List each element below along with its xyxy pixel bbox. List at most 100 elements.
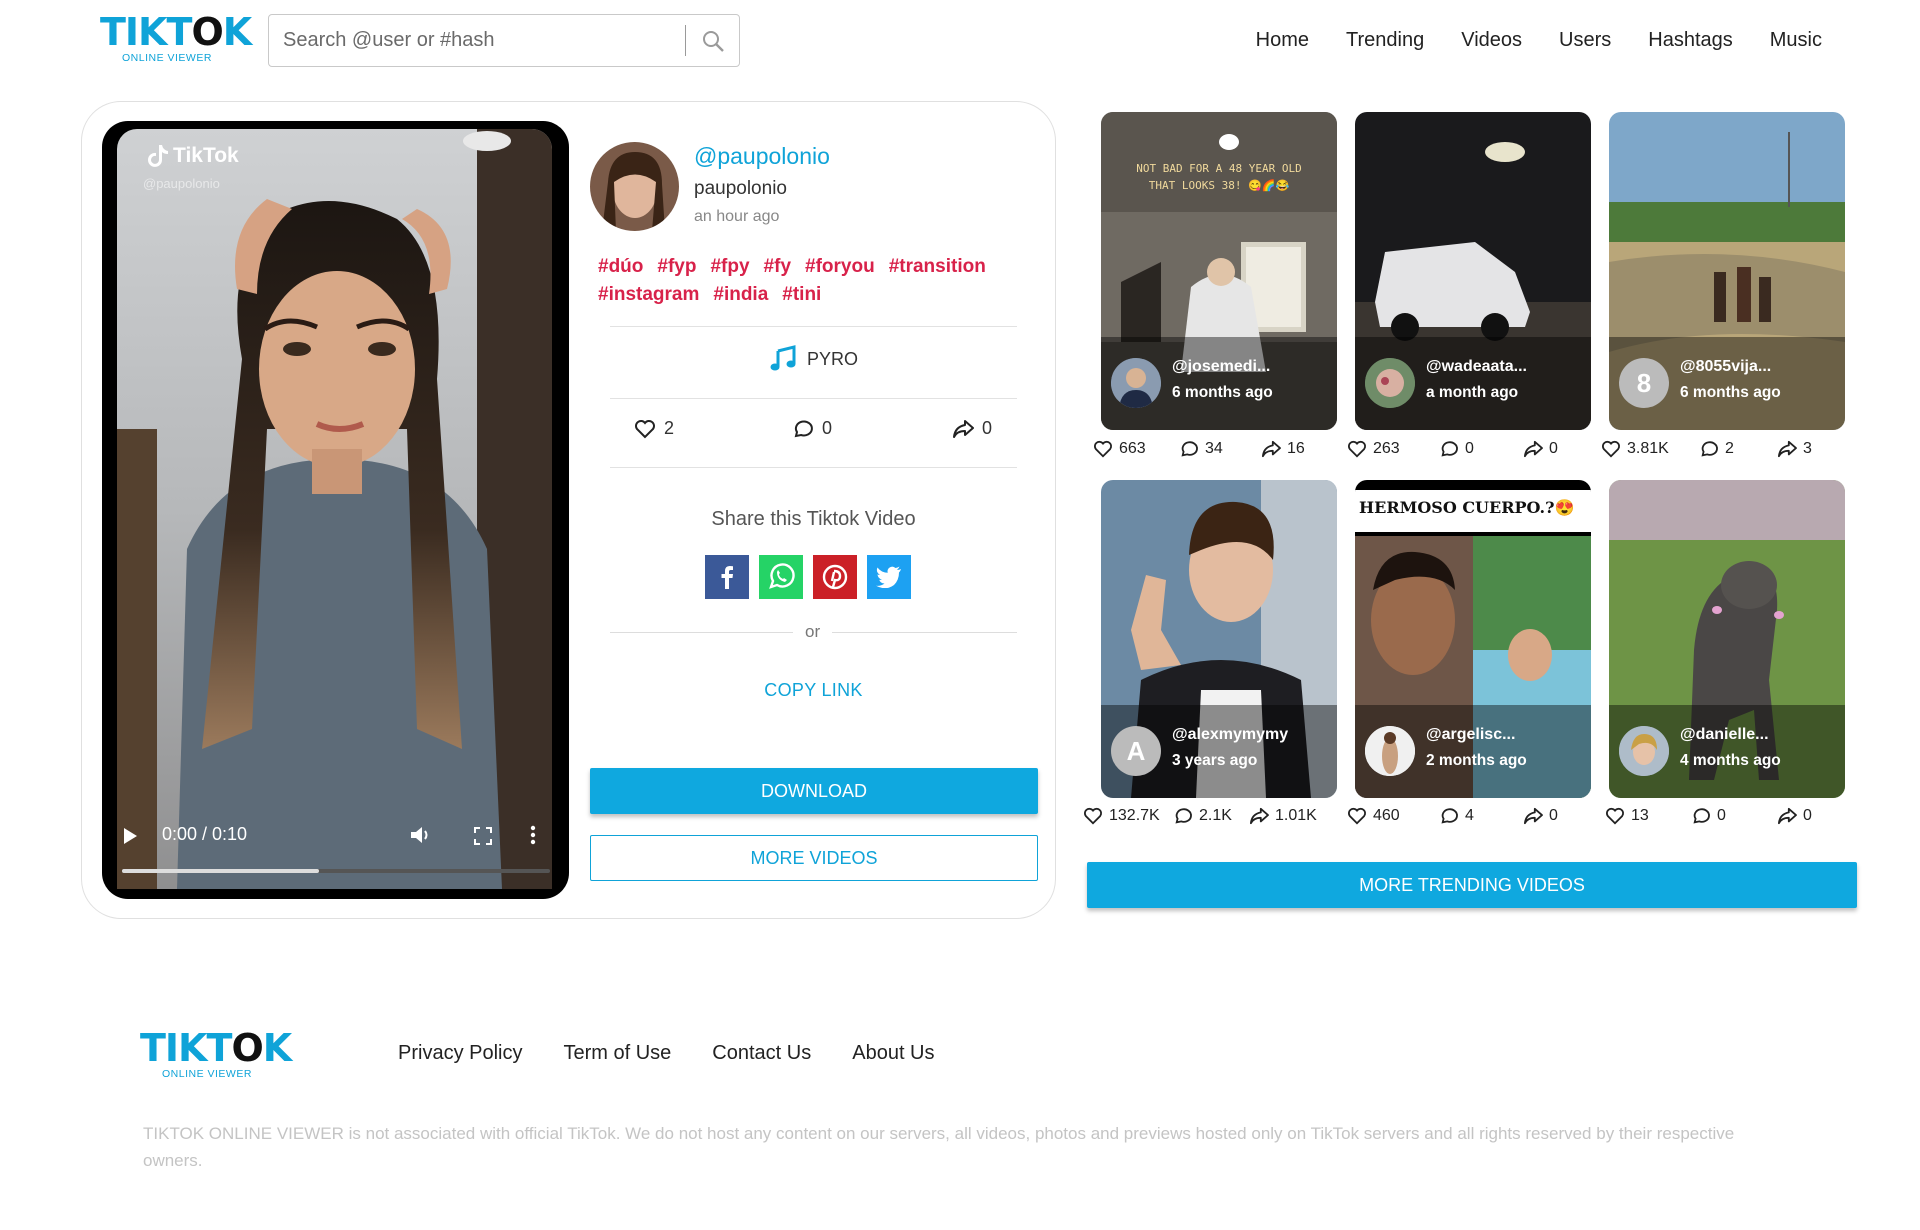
hashtag[interactable]: #dúo — [598, 253, 643, 281]
comment-icon — [1691, 807, 1711, 825]
download-button[interactable]: DOWNLOAD — [590, 768, 1038, 814]
more-videos-button[interactable]: MORE VIDEOS — [590, 835, 1038, 881]
heart-icon — [1347, 807, 1367, 825]
comment-stat: 2 — [1699, 440, 1734, 458]
play-icon[interactable] — [122, 827, 138, 845]
creator-avatar — [1365, 726, 1415, 776]
trending-video-card[interactable]: 8 @8055vija... 6 months ago — [1609, 112, 1845, 430]
creator-handle: @8055vija... — [1680, 358, 1772, 375]
comment-icon — [1439, 807, 1459, 825]
share-stat: 0 — [1523, 440, 1558, 458]
hashtag[interactable]: #fyp — [657, 253, 696, 281]
player-brand: TikTok — [147, 144, 239, 168]
social-share-buttons — [705, 555, 911, 599]
share-icon — [1777, 440, 1797, 458]
nickname: paupolonio — [694, 178, 787, 199]
post-time: 6 months ago — [1680, 384, 1781, 401]
search-input[interactable] — [269, 15, 686, 66]
creator-avatar: 8 — [1619, 358, 1669, 408]
like-stat[interactable]: 2 — [634, 418, 674, 439]
hashtag[interactable]: #fy — [764, 253, 791, 281]
terms-link[interactable]: Term of Use — [563, 1042, 671, 1065]
nav-music[interactable]: Music — [1770, 24, 1822, 56]
heart-icon — [634, 419, 656, 439]
post-time: 2 months ago — [1426, 752, 1527, 769]
disclaimer: TIKTOK ONLINE VIEWER is not associated w… — [143, 1124, 1735, 1170]
trending-video-card[interactable]: NOT BAD FOR A 48 YEAR OLD THAT LOOKS 38!… — [1101, 112, 1337, 430]
hashtag[interactable]: #tini — [782, 281, 821, 309]
card-info-overlay: @wadeaata... a month ago — [1355, 337, 1591, 430]
comment-count: 0 — [1465, 440, 1474, 457]
footer-logo[interactable]: TIKTOK ONLINE VIEWER — [140, 1028, 292, 1080]
share-icon — [1523, 440, 1543, 458]
whatsapp-icon — [767, 563, 795, 591]
video-caption: NOT BAD FOR A 48 YEAR OLD THAT LOOKS 38!… — [1136, 162, 1302, 192]
hashtag[interactable]: #fpy — [710, 253, 749, 281]
share-count: 0 — [1549, 807, 1558, 824]
trending-video-card[interactable]: @wadeaata... a month ago — [1355, 112, 1591, 430]
trending-video-card[interactable]: A @alexmymymy 3 years ago — [1101, 480, 1337, 798]
share-icon — [1523, 807, 1543, 825]
comment-count: 34 — [1205, 440, 1223, 457]
privacy-policy-link[interactable]: Privacy Policy — [398, 1042, 522, 1065]
share-stat[interactable]: 0 — [952, 418, 992, 439]
like-stat: 3.81K — [1601, 440, 1669, 458]
video-player[interactable]: TikTok @paupolonio 0:00 / 0:10 — [102, 121, 569, 899]
nav-trending[interactable]: Trending — [1346, 24, 1424, 56]
twitter-share-button[interactable] — [867, 555, 911, 599]
facebook-share-button[interactable] — [705, 555, 749, 599]
share-icon — [952, 419, 974, 439]
video-frame: TikTok @paupolonio — [117, 129, 552, 889]
trending-stats: 663 34 16 — [1093, 440, 1343, 464]
share-icon — [1261, 440, 1281, 458]
progress-bar[interactable] — [122, 869, 550, 873]
comment-stat[interactable]: 0 — [792, 418, 832, 439]
share-stat: 1.01K — [1249, 807, 1317, 825]
more-options-icon[interactable] — [530, 825, 536, 845]
copy-link-button[interactable]: COPY LINK — [610, 680, 1017, 701]
hashtag[interactable]: #foryou — [805, 253, 875, 281]
nav-videos[interactable]: Videos — [1461, 24, 1522, 56]
comment-stat: 4 — [1439, 807, 1474, 825]
nav-users[interactable]: Users — [1559, 24, 1611, 56]
creator-handle: @josemedi... — [1172, 358, 1271, 375]
heart-icon — [1093, 440, 1113, 458]
hashtag[interactable]: #transition — [889, 253, 986, 281]
like-count: 3.81K — [1627, 440, 1669, 457]
fullscreen-icon[interactable] — [474, 827, 492, 845]
nav-hashtags[interactable]: Hashtags — [1648, 24, 1733, 56]
avatar-letter: 8 — [1636, 367, 1652, 398]
like-count: 460 — [1373, 807, 1400, 824]
comment-icon — [1439, 440, 1459, 458]
hashtag[interactable]: #instagram — [598, 281, 699, 309]
trending-video-card[interactable]: HERMOSO CUERPO.?😍 @argelisc... 2 months … — [1355, 480, 1591, 798]
user-avatar[interactable] — [590, 142, 679, 231]
creator-handle: @wadeaata... — [1426, 358, 1527, 375]
comment-icon — [792, 419, 814, 439]
contact-link[interactable]: Contact Us — [712, 1042, 811, 1065]
hashtag[interactable]: #india — [713, 281, 768, 309]
card-info-overlay: @josemedi... 6 months ago — [1101, 337, 1337, 430]
music-link[interactable]: PYRO — [610, 345, 1017, 373]
search-button[interactable] — [687, 15, 739, 66]
pinterest-icon — [822, 564, 848, 590]
pinterest-share-button[interactable] — [813, 555, 857, 599]
whatsapp-share-button[interactable] — [759, 555, 803, 599]
share-stat: 0 — [1777, 807, 1812, 825]
trending-video-card[interactable]: @danielle... 4 months ago — [1609, 480, 1845, 798]
volume-icon[interactable] — [410, 825, 432, 845]
like-count: 13 — [1631, 807, 1649, 824]
like-count: 2 — [664, 418, 675, 438]
nav-home[interactable]: Home — [1256, 24, 1309, 56]
share-icon — [1249, 807, 1269, 825]
comment-icon — [1179, 440, 1199, 458]
more-trending-button[interactable]: MORE TRENDING VIDEOS — [1087, 862, 1857, 908]
site-logo[interactable]: TIKTOK ONLINE VIEWER — [100, 12, 252, 68]
about-link[interactable]: About Us — [852, 1042, 934, 1065]
username-link[interactable]: @paupolonio — [694, 143, 830, 170]
card-info-overlay: @danielle... 4 months ago — [1609, 705, 1845, 798]
like-stat: 13 — [1605, 807, 1649, 825]
comment-count: 2.1K — [1199, 807, 1232, 824]
trending-stats: 13 0 0 — [1605, 807, 1855, 831]
facebook-icon — [720, 565, 734, 589]
